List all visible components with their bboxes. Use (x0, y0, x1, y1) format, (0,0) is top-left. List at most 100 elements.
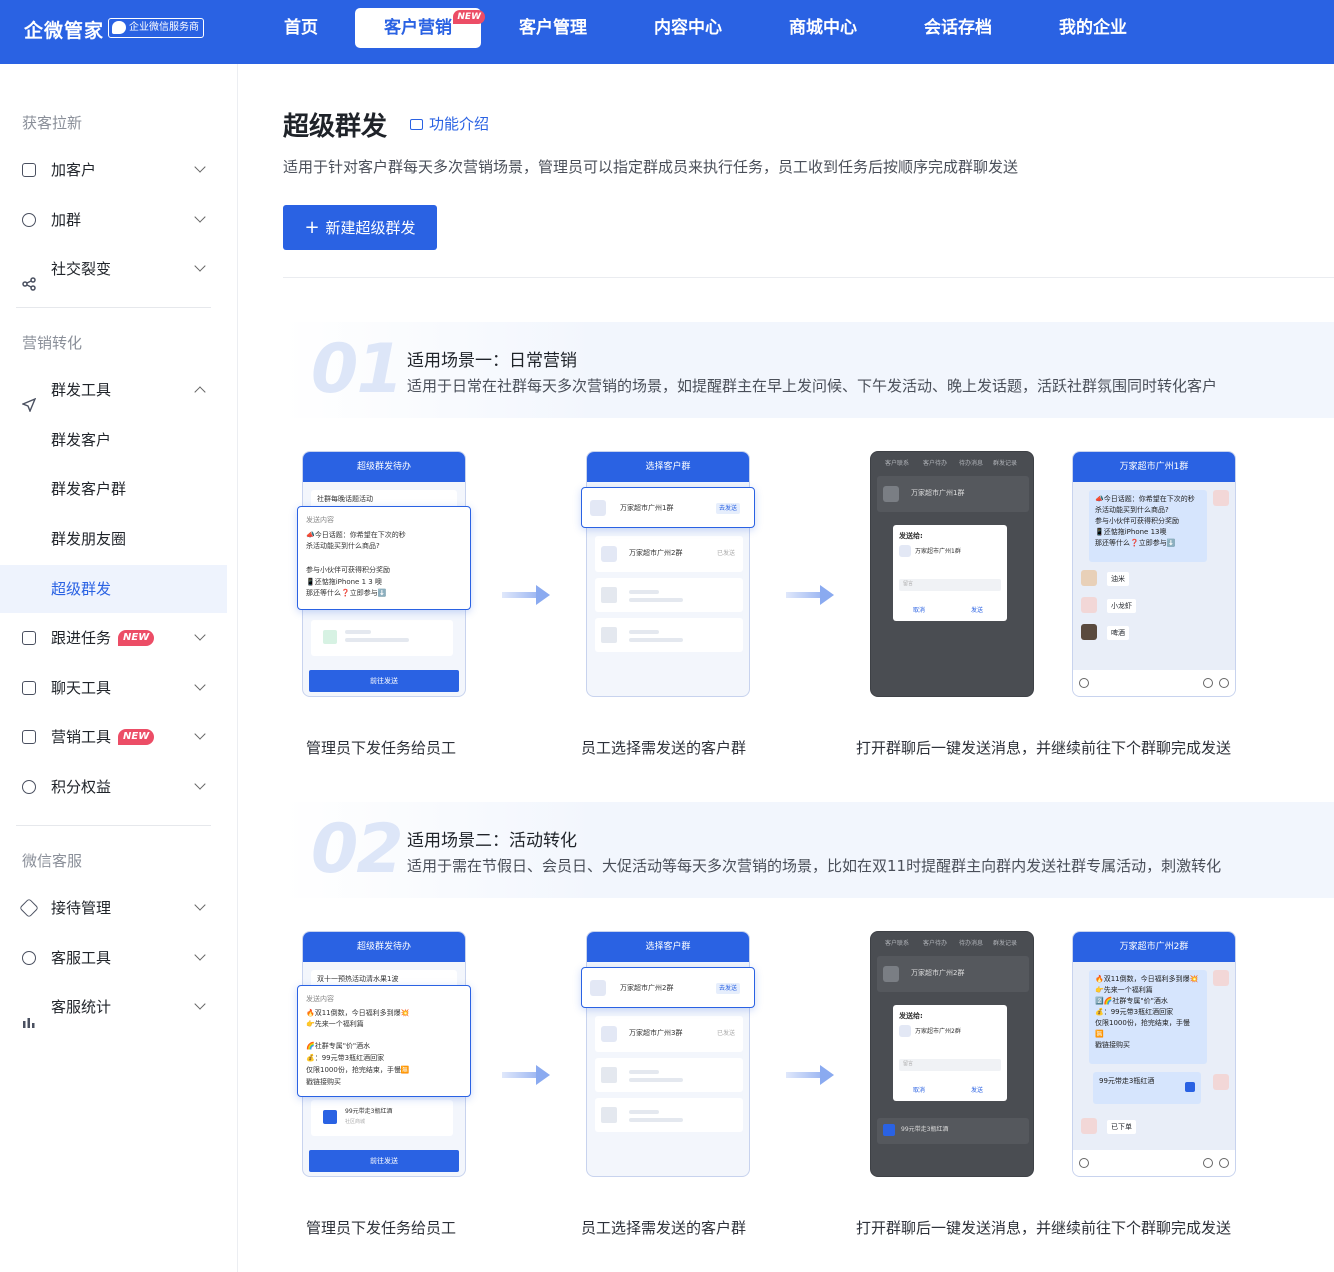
plus-circle-icon[interactable] (1219, 1158, 1229, 1168)
placeholder (629, 1078, 683, 1082)
chevron-down-icon (194, 728, 206, 740)
cancel-button[interactable]: 取消 (913, 605, 925, 616)
cancel-button[interactable]: 取消 (913, 1085, 925, 1096)
sidebar-item-label: 客服工具 (51, 949, 112, 967)
link-bubble[interactable]: 99元带走3瓶红酒 (1093, 1072, 1201, 1104)
group-avatar-icon (590, 980, 606, 996)
nav-my-enterprise[interactable]: 我的企业 (1045, 8, 1141, 48)
dialog-title: 发送给: (899, 532, 923, 540)
placeholder (601, 627, 617, 643)
plus-circle-icon[interactable] (1219, 678, 1229, 688)
nav-content-center[interactable]: 内容中心 (640, 8, 736, 48)
sidebar-item-mass-send-tools[interactable]: 群发工具 (0, 366, 227, 414)
sidebar-item-follow-task[interactable]: 跟进任务 NEW (0, 614, 227, 662)
sidebar-item-super-mass-send[interactable]: 超级群发 (0, 565, 227, 613)
voice-icon[interactable] (1079, 678, 1089, 688)
sidebar-item-service-tools[interactable]: 客服工具 (0, 934, 227, 982)
sidebar-item-label: 群发客户 (51, 431, 112, 449)
group-name: 万家超市广州2群 (629, 549, 683, 557)
step-caption: 管理员下发任务给员工 (306, 1219, 457, 1237)
step-caption: 打开群聊后一键发送消息，并继续前往下个群聊完成发送 (856, 739, 1232, 757)
sidebar-item-mass-send-customer[interactable]: 群发客户 (0, 416, 227, 464)
go-send-tag[interactable]: 去发送 (716, 503, 741, 514)
chat-row: 万家超市广州2群 (877, 956, 1029, 992)
message-input[interactable] (899, 579, 1001, 591)
scene-title: 适用场景一：日常营销 (407, 351, 577, 371)
task-name: 社群每晚话题活动 (317, 495, 373, 503)
tab-label: 群发记录 (993, 940, 1018, 947)
group-avatar-icon (883, 966, 899, 982)
arrow-right-icon (502, 585, 550, 605)
message-input[interactable] (899, 1059, 1001, 1071)
go-send-button[interactable]: 前往发送 (309, 1150, 459, 1172)
sidebar-item-marketing-tools[interactable]: 营销工具 NEW (0, 713, 227, 761)
link-card: 99元带走3瓶红酒 社区商城 (311, 1100, 453, 1136)
chevron-down-icon (194, 778, 206, 790)
chat-input-bar[interactable] (1073, 1150, 1235, 1176)
sidebar-group-marketing: 营销转化 (22, 334, 83, 352)
tab-label: 群发记录 (993, 460, 1018, 467)
bubble-line: 参与小伙伴可获得积分奖励 (1095, 517, 1179, 525)
feature-intro-label: 功能介绍 (429, 115, 490, 133)
sidebar-item-add-customer[interactable]: 加客户 (0, 146, 227, 194)
placeholder (601, 587, 617, 603)
go-send-tag[interactable]: 去发送 (716, 983, 741, 994)
feature-intro-link[interactable]: 功能介绍 (410, 113, 489, 134)
sidebar-item-reception[interactable]: 接待管理 (0, 884, 227, 932)
sidebar-item-points[interactable]: 积分权益 (0, 763, 227, 811)
placeholder (629, 598, 683, 602)
bubble-line: 2️⃣🌈社群专属"价"酒水 (1095, 997, 1168, 1005)
chevron-up-icon (194, 386, 206, 398)
emoji-icon[interactable] (1203, 678, 1213, 688)
sidebar-item-social-fission[interactable]: 社交裂变 (0, 245, 227, 293)
headset-icon (22, 951, 36, 965)
chevron-down-icon (194, 899, 206, 911)
tab-label: 客户待办 (923, 940, 948, 947)
group-avatar-icon (601, 1026, 617, 1042)
step-caption: 员工选择需发送的客户群 (581, 1219, 747, 1237)
nav-session-archive[interactable]: 会话存档 (910, 8, 1006, 48)
chevron-down-icon (194, 998, 206, 1010)
emoji-icon[interactable] (1203, 1158, 1213, 1168)
tab-label: 客户联系 (885, 940, 910, 947)
bubble-line: 📱还惦拖iPhone 13噢 (1095, 528, 1167, 536)
chat-bubble-icon (112, 21, 126, 34)
nav-customer-management[interactable]: 客户管理 (505, 8, 601, 48)
group-row-highlighted[interactable]: 万家超市广州1群 去发送 (581, 487, 755, 528)
nav-customer-marketing[interactable]: 客户营销 NEW (355, 8, 485, 48)
tab-label: 客户联系 (885, 460, 910, 467)
bubble-line: 🈚 (1095, 1030, 1104, 1038)
grid-icon (22, 163, 36, 177)
send-dialog: 发送给: 万家超市广州1群 留言 取消 发送 (893, 525, 1007, 621)
sidebar-item-label: 加客户 (51, 161, 97, 179)
nav-mall-center[interactable]: 商城中心 (775, 8, 871, 48)
content-line: 那还等什么❓立即参与⬇️ (306, 589, 387, 597)
send-button[interactable]: 发送 (971, 1085, 983, 1096)
chat-input-bar[interactable] (1073, 670, 1235, 696)
sidebar-item-mass-send-moments[interactable]: 群发朋友圈 (0, 515, 227, 563)
dialog-group-name: 万家超市广州1群 (915, 548, 961, 555)
group-avatar-icon (590, 500, 606, 516)
sidebar-item-chat-tools[interactable]: 聊天工具 (0, 664, 227, 712)
avatar (1081, 597, 1097, 613)
sidebar-item-label: 群发客户群 (51, 480, 127, 498)
send-dialog: 发送给: 万家超市广州2群 留言 取消 发送 (893, 1005, 1007, 1101)
go-send-button[interactable]: 前往发送 (309, 670, 459, 692)
sidebar-item-service-stats[interactable]: 客服统计 (0, 983, 227, 1031)
voice-icon[interactable] (1079, 1158, 1089, 1168)
sidebar-item-mass-send-group[interactable]: 群发客户群 (0, 465, 227, 513)
brand-badge-text: 企业微信服务商 (129, 22, 199, 33)
sidebar-item-label: 营销工具 (51, 728, 112, 746)
send-content-popup: 发送内容 📣今日话题：你希望在下次的秒 杀活动能买到什么商品? 参与小伙伴可获得… (297, 506, 471, 610)
new-super-mass-send-button[interactable]: + 新建超级群发 (283, 205, 437, 250)
new-badge: NEW (118, 729, 155, 745)
group-row-highlighted[interactable]: 万家超市广州2群 去发送 (581, 967, 755, 1008)
step-caption: 管理员下发任务给员工 (306, 739, 457, 757)
send-button[interactable]: 发送 (971, 605, 983, 616)
chevron-down-icon (194, 629, 206, 641)
brand-name[interactable]: 企微管家 (24, 16, 104, 43)
nav-home[interactable]: 首页 (270, 8, 332, 48)
chevron-down-icon (194, 679, 206, 691)
sidebar-item-add-group[interactable]: 加群 (0, 196, 227, 244)
scene-description: 适用于需在节假日、会员日、大促活动等每天多次营销的场景，比如在双11时提醒群主向… (407, 857, 1222, 875)
